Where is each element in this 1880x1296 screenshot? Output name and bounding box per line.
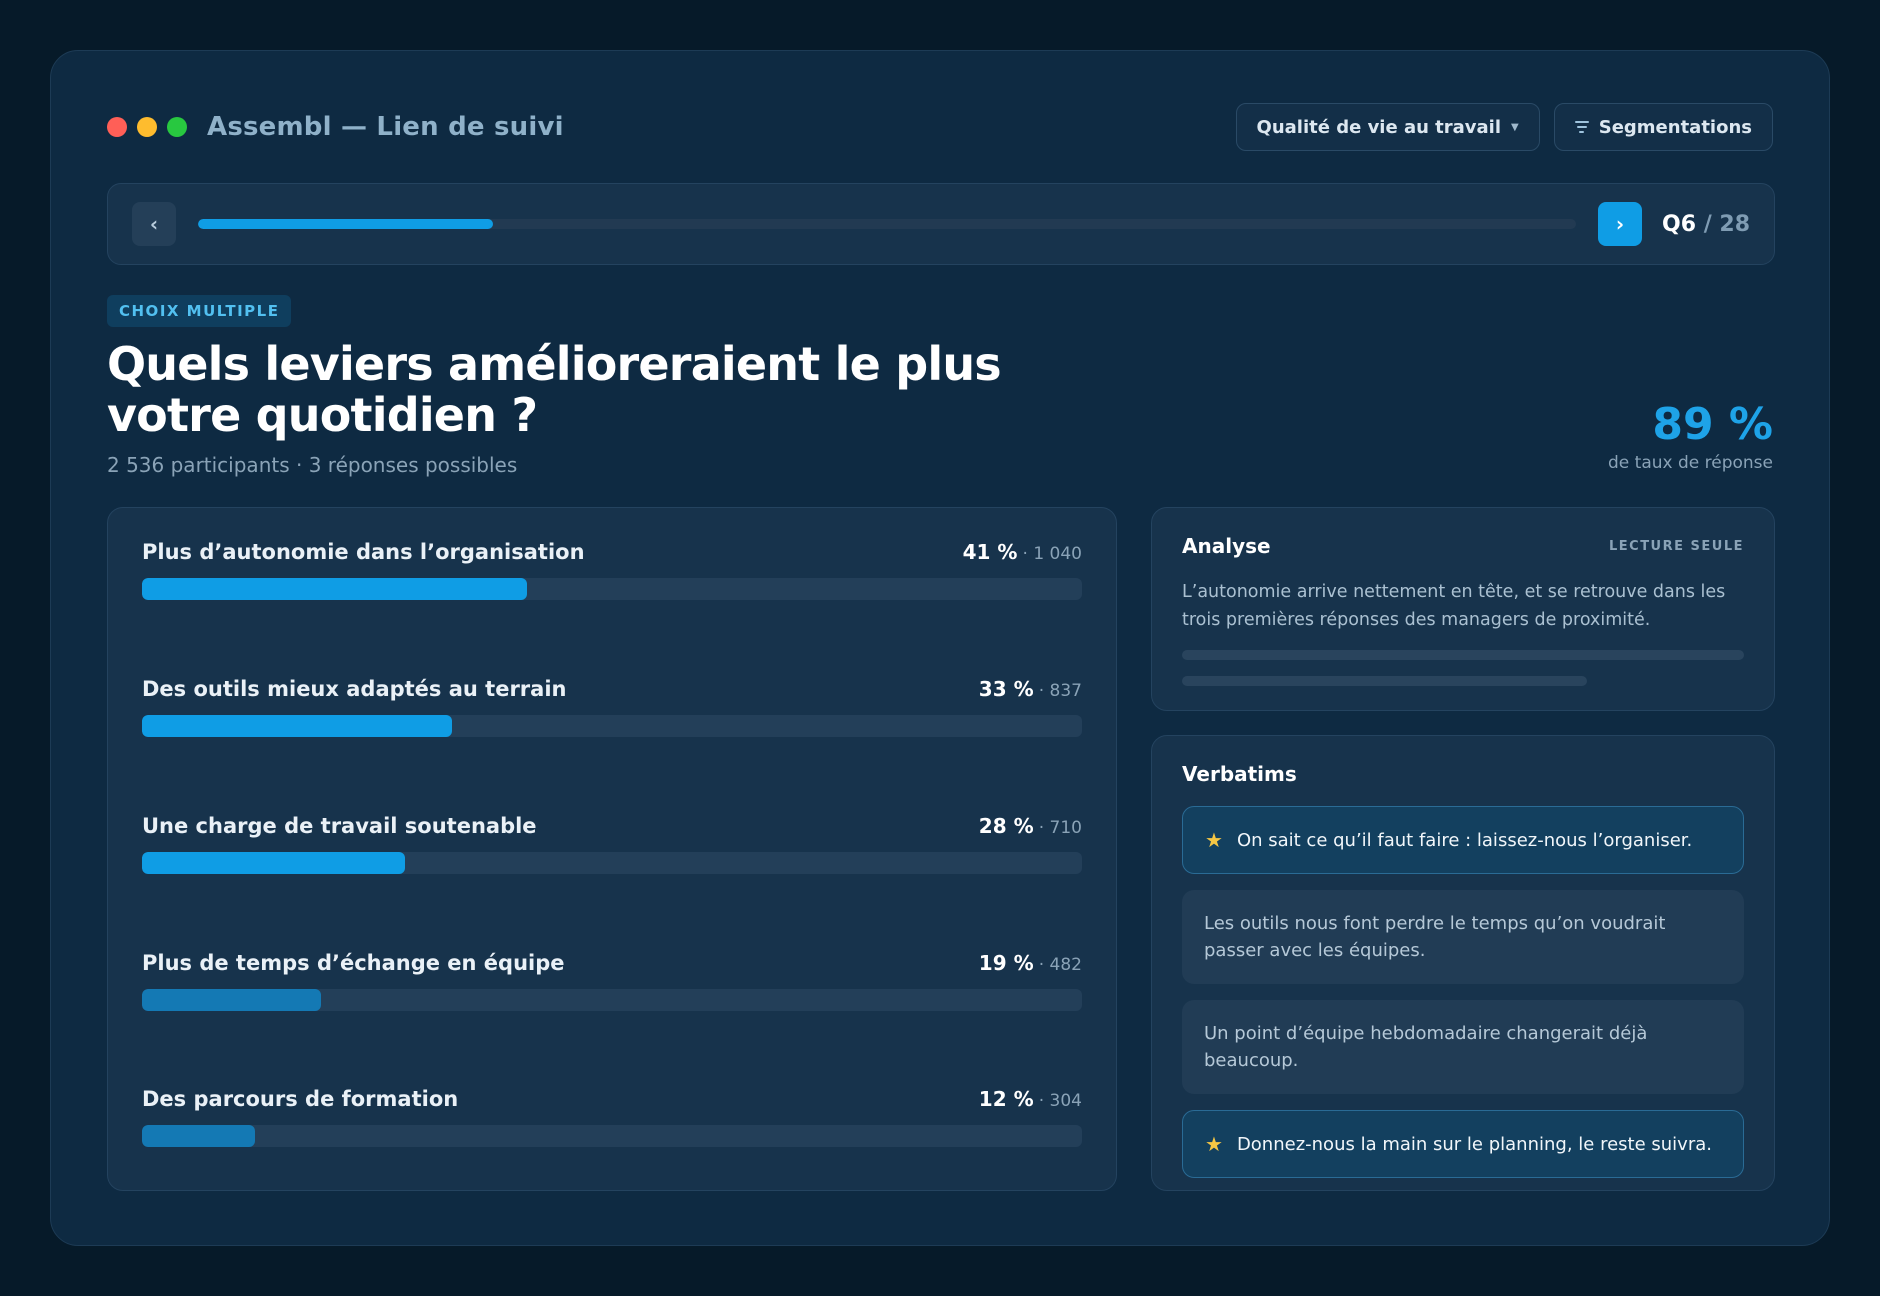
analysis-title: Analyse — [1182, 534, 1271, 558]
answer-option-bar-track — [142, 715, 1082, 737]
chevron-right-icon: › — [1615, 212, 1625, 236]
answer-option-percent: 12 % — [978, 1087, 1034, 1111]
answer-option-header: Des parcours de formation 12 % · 304 — [142, 1087, 1082, 1111]
analysis-text: L’autonomie arrive nettement en tête, et… — [1182, 582, 1726, 630]
answer-option-label: Des outils mieux adaptés au terrain — [142, 677, 567, 701]
analysis-header: Analyse LECTURE SEULE — [1182, 534, 1744, 558]
answer-option: Une charge de travail soutenable 28 % · 7… — [142, 814, 1082, 874]
answer-option-stats: 19 % · 482 — [979, 951, 1082, 975]
verbatims-panel: Verbatims ★ On sait ce qu’il faut faire :… — [1151, 735, 1775, 1191]
survey-selector-label: Qualité de vie au travail — [1256, 116, 1502, 138]
app-window: Assembl — Lien de suivi Qualité de vie a… — [50, 50, 1830, 1246]
response-rate: 89 % de taux de réponse — [1608, 399, 1773, 474]
chevron-down-icon: ▼ — [1511, 121, 1519, 133]
answer-option-percent: 28 % — [978, 814, 1034, 838]
segmentations-label: Segmentations — [1598, 116, 1752, 138]
answer-option-header: Des outils mieux adaptés au terrain 33 % … — [142, 677, 1082, 701]
answer-option-header: Plus de temps d’échange en équipe 19 % · … — [142, 951, 1082, 975]
answer-option-count: · 1 040 — [1022, 544, 1082, 564]
star-icon: ★ — [1205, 1132, 1223, 1156]
verbatim-item-featured[interactable]: ★ On sait ce qu’il faut faire : laissez-n… — [1182, 806, 1744, 874]
answer-option-count: · 837 — [1038, 681, 1082, 701]
segmentations-button[interactable]: Segmentations — [1553, 103, 1773, 151]
answer-option-bar — [142, 715, 453, 737]
header-actions: Qualité de vie au travail ▼ Segmentation… — [1235, 103, 1773, 151]
skeleton-line — [1182, 650, 1744, 660]
answer-option-stats: 41 % · 1 040 — [963, 540, 1082, 564]
close-window-dot[interactable] — [107, 117, 127, 137]
question-counter: Q6 / 28 — [1662, 212, 1750, 237]
verbatim-text: On sait ce qu’il faut faire : laissez-no… — [1236, 829, 1693, 851]
answer-option-count: · 710 — [1038, 818, 1082, 838]
answer-option-label: Plus de temps d’échange en équipe — [142, 951, 565, 975]
answer-option-label: Plus d’autonomie dans l’organisation — [142, 540, 585, 564]
verbatims-list: ★ On sait ce qu’il faut faire : laissez-n… — [1182, 806, 1744, 1178]
answer-option: Des outils mieux adaptés au terrain 33 % … — [142, 677, 1082, 737]
previous-question-button[interactable]: ‹ — [132, 202, 176, 246]
answer-option-percent: 33 % — [978, 677, 1034, 701]
answer-option: Plus de temps d’échange en équipe 19 % · … — [142, 951, 1082, 1011]
question-subtitle: 2 536 participants · 3 réponses possible… — [107, 453, 518, 477]
answer-option-label: Des parcours de formation — [142, 1087, 459, 1111]
answer-option-count: · 304 — [1038, 1091, 1082, 1111]
minimize-window-dot[interactable] — [137, 117, 157, 137]
total-questions: / 28 — [1703, 211, 1750, 237]
verbatim-text: Les outils nous font perdre le temps qu’… — [1204, 913, 1666, 961]
answer-option-bar — [142, 852, 406, 874]
question-navigation: ‹ › Q6 / 28 — [107, 183, 1775, 265]
answer-option-count: · 482 — [1038, 955, 1082, 975]
response-rate-label: de taux de réponse — [1608, 453, 1773, 473]
question-type-badge: CHOIX MULTIPLE — [107, 295, 292, 327]
read-only-badge: LECTURE SEULE — [1608, 538, 1744, 554]
maximize-window-dot[interactable] — [167, 117, 187, 137]
answer-option: Plus d’autonomie dans l’organisation 41 %… — [142, 540, 1082, 600]
verbatims-title: Verbatims — [1182, 762, 1297, 786]
answer-option-stats: 28 % · 710 — [979, 814, 1082, 838]
answer-option-bar — [142, 578, 528, 600]
verbatim-item[interactable]: Un point d’équipe hebdomadaire changerai… — [1182, 1000, 1744, 1094]
star-icon: ★ — [1205, 828, 1223, 852]
answer-option-label: Une charge de travail soutenable — [142, 814, 537, 838]
app-title: Assembl — Lien de suivi — [207, 112, 564, 142]
survey-selector-dropdown[interactable]: Qualité de vie au travail ▼ — [1235, 103, 1540, 151]
answer-option-percent: 41 % — [962, 540, 1018, 564]
window-controls — [107, 117, 187, 137]
answer-option-percent: 19 % — [978, 951, 1034, 975]
answer-option: Des parcours de formation 12 % · 304 — [142, 1087, 1082, 1147]
answer-option-stats: 12 % · 304 — [979, 1087, 1082, 1111]
response-rate-value: 89 % — [1652, 399, 1773, 450]
current-question: Q6 — [1662, 211, 1697, 237]
answer-option-bar — [142, 1125, 255, 1147]
next-question-button[interactable]: › — [1598, 202, 1642, 246]
answer-option-header: Une charge de travail soutenable 28 % · 7… — [142, 814, 1082, 838]
results-panel: Plus d’autonomie dans l’organisation 41 %… — [107, 507, 1117, 1191]
answer-option-bar-track — [142, 1125, 1082, 1147]
survey-progress-bar — [198, 219, 1576, 229]
skeleton-line — [1182, 676, 1587, 686]
verbatim-item[interactable]: Les outils nous font perdre le temps qu’… — [1182, 890, 1744, 984]
answer-option-bar-track — [142, 989, 1082, 1011]
survey-progress-fill — [198, 219, 493, 229]
filter-icon — [1574, 121, 1589, 133]
question-title: Quels leviers amélioreraient le plus vot… — [107, 337, 1002, 442]
title-bar: Assembl — Lien de suivi Qualité de vie a… — [107, 103, 1773, 151]
chevron-left-icon: ‹ — [149, 212, 159, 236]
verbatim-text: Donnez-nous la main sur le planning, le … — [1236, 1133, 1712, 1155]
answer-option-bar-track — [142, 852, 1082, 874]
analysis-panel: Analyse LECTURE SEULE L’autonomie arrive… — [1151, 507, 1775, 711]
answer-option-bar — [142, 989, 321, 1011]
verbatim-item-featured[interactable]: ★ Donnez-nous la main sur le planning, le… — [1182, 1110, 1744, 1178]
answer-option-header: Plus d’autonomie dans l’organisation 41 %… — [142, 540, 1082, 564]
answer-option-bar-track — [142, 578, 1082, 600]
verbatim-text: Un point d’équipe hebdomadaire changerai… — [1204, 1023, 1648, 1071]
answer-option-stats: 33 % · 837 — [979, 677, 1082, 701]
